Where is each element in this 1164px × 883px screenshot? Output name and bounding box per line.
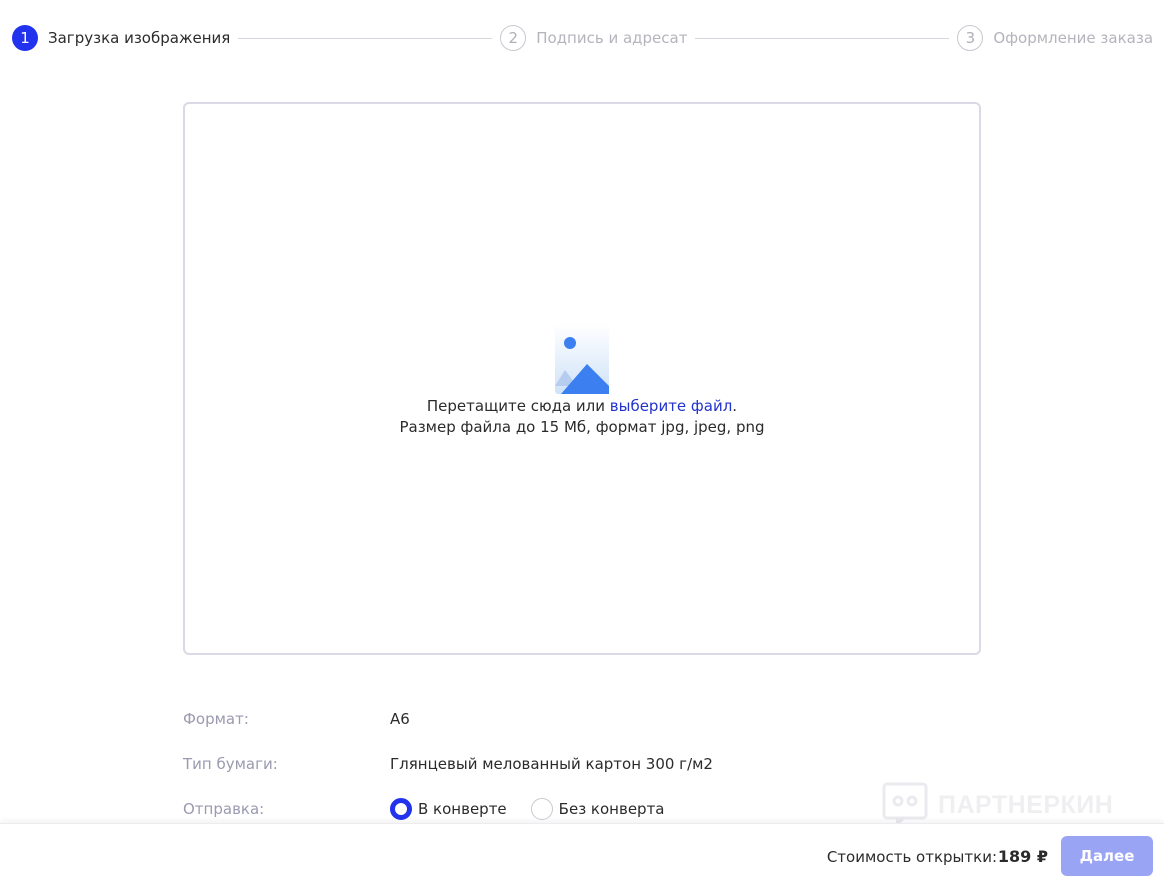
- radio-button-checked[interactable]: [390, 797, 412, 820]
- delivery-radio-group: В конверте Без конверта: [390, 797, 689, 820]
- price-label: Стоимость открытки:: [826, 848, 997, 866]
- drop-text-end: .: [732, 397, 738, 415]
- image-icon: [555, 324, 609, 394]
- delivery-label: Отправка:: [183, 799, 265, 818]
- checkout-stepper: 1 Загрузка изображения 2 Подпись и адрес…: [12, 24, 1153, 52]
- step-connector: [238, 37, 493, 39]
- format-value: А6: [390, 709, 410, 728]
- step-order-checkout[interactable]: 3 Оформление заказа: [957, 25, 1153, 51]
- step-upload-image[interactable]: 1 Загрузка изображения: [12, 25, 230, 51]
- radio-label: Без конверта: [558, 799, 665, 818]
- format-label: Формат:: [183, 709, 249, 728]
- step-label: Подпись и адресат: [536, 29, 688, 47]
- step-number: 2: [500, 25, 527, 51]
- paper-row: Тип бумаги: Глянцевый мелованный картон …: [183, 741, 981, 786]
- step-connector: [695, 37, 950, 39]
- partnerkin-logo-icon: [882, 782, 928, 827]
- price-value: 189 ₽: [997, 847, 1048, 866]
- step-signature-recipient[interactable]: 2 Подпись и адресат: [500, 25, 687, 51]
- step-label: Загрузка изображения: [48, 29, 231, 47]
- step-number: 1: [12, 25, 38, 51]
- choose-file-link[interactable]: выберите файл: [610, 397, 733, 415]
- paper-value: Глянцевый мелованный картон 300 г/м2: [390, 754, 713, 773]
- drop-instructions: Перетащите сюда или выберите файл.: [185, 396, 979, 417]
- watermark: ПАРТНЕРКИН: [882, 782, 1113, 828]
- step-number: 3: [957, 25, 984, 51]
- dropzone-content: Перетащите сюда или выберите файл. Разме…: [185, 324, 979, 438]
- card-details: Формат: А6 Тип бумаги: Глянцевый мелован…: [183, 696, 981, 831]
- step-label: Оформление заказа: [993, 29, 1154, 47]
- radio-label: В конверте: [418, 799, 507, 818]
- watermark-text: ПАРТНЕРКИН: [938, 790, 1114, 819]
- paper-label: Тип бумаги:: [183, 754, 278, 773]
- radio-button-unchecked[interactable]: [530, 797, 553, 820]
- file-size-hint: Размер файла до 15 Мб, формат jpg, jpeg,…: [399, 418, 765, 436]
- next-button[interactable]: Далее: [1061, 836, 1153, 876]
- order-footer: Стоимость открытки: 189 ₽ Далее: [0, 823, 1164, 883]
- image-dropzone[interactable]: Перетащите сюда или выберите файл. Разме…: [183, 102, 981, 655]
- format-row: Формат: А6: [183, 696, 981, 741]
- radio-without-envelope[interactable]: Без конверта: [530, 797, 665, 820]
- drop-text: Перетащите сюда или: [426, 397, 610, 415]
- radio-with-envelope[interactable]: В конверте: [390, 797, 507, 820]
